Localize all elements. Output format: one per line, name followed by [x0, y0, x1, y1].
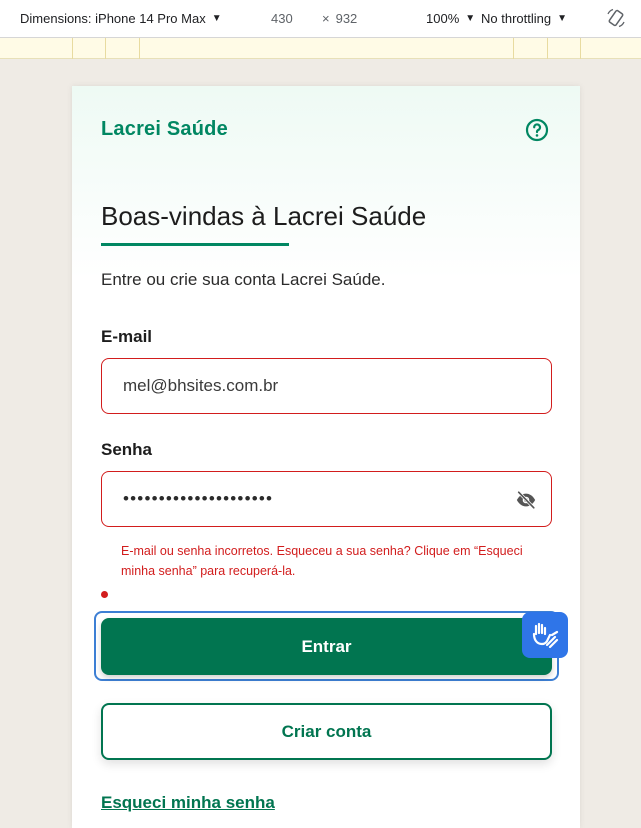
email-field[interactable]: mel@bhsites.com.br [101, 358, 552, 414]
create-account-button[interactable]: Criar conta [101, 703, 552, 760]
password-field[interactable]: ••••••••••••••••••••• [101, 471, 552, 527]
forgot-password-link[interactable]: Esqueci minha senha [101, 793, 275, 813]
login-button[interactable]: Entrar [101, 618, 552, 675]
page-title: Boas-vindas à Lacrei Saúde [101, 201, 427, 231]
times-icon: × [322, 11, 330, 26]
height-value: 932 [335, 11, 358, 26]
title-underline [101, 243, 289, 246]
page-subtitle: Entre ou crie sua conta Lacrei Saúde. [101, 270, 386, 289]
chevron-down-icon: ▼ [465, 13, 476, 24]
throttling-selector[interactable]: No throttling ▼ [481, 11, 567, 26]
width-field[interactable]: 430 [271, 11, 293, 26]
login-page: Lacrei Saúde Boas-vindas à Lacrei Saúde … [72, 86, 580, 828]
throttling-value: No throttling [481, 11, 552, 26]
device-selector[interactable]: Dimensions: iPhone 14 Pro Max ▼ [20, 11, 222, 26]
zoom-selector[interactable]: 100% ▼ [426, 11, 475, 26]
chevron-down-icon: ▼ [557, 13, 567, 24]
password-value: ••••••••••••••••••••• [123, 489, 274, 508]
password-label: Senha [101, 440, 153, 459]
email-label: E-mail [101, 327, 153, 346]
media-query-ruler [0, 38, 641, 59]
zoom-value: 100% [426, 11, 460, 26]
rotate-device-icon[interactable] [606, 8, 626, 28]
sign-language-hands-icon [532, 622, 559, 649]
device-label: Dimensions: iPhone 14 Pro Max [20, 11, 206, 26]
eye-slash-icon[interactable] [515, 489, 537, 511]
email-value: mel@bhsites.com.br [123, 376, 279, 395]
brand-logo[interactable]: Lacrei Saúde [101, 118, 228, 141]
question-circle-icon[interactable] [525, 118, 549, 142]
width-value: 430 [271, 11, 293, 26]
accessibility-widget-button[interactable] [522, 612, 568, 658]
login-error-message: E-mail ou senha incorretos. Esqueceu a s… [121, 544, 523, 578]
chevron-down-icon: ▼ [211, 13, 222, 24]
error-indicator-icon [101, 591, 108, 598]
height-field[interactable]: × 932 [322, 11, 357, 26]
devtools-device-toolbar: Dimensions: iPhone 14 Pro Max ▼ 430 × 93… [0, 0, 641, 38]
